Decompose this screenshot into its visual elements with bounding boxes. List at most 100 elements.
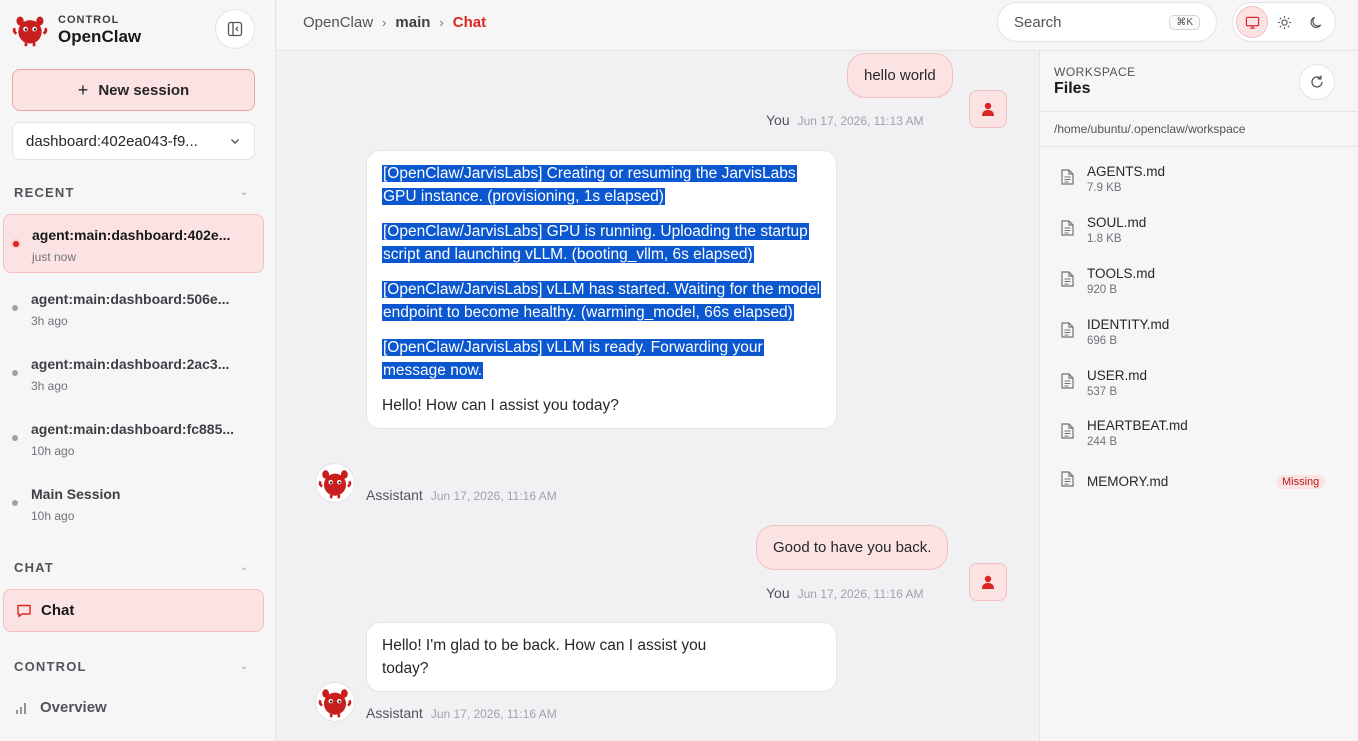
recent-session-item[interactable]: Main Session 10h ago [3, 474, 264, 533]
file-name: AGENTS.md [1087, 164, 1166, 179]
bar-chart-icon [16, 702, 26, 714]
file-name: HEARTBEAT.md [1087, 418, 1188, 433]
message-paragraph: [OpenClaw/JarvisLabs] vLLM is ready. For… [382, 339, 764, 379]
search-shortcut-badge: ⌘K [1169, 14, 1200, 30]
file-name: IDENTITY.md [1087, 317, 1170, 332]
active-indicator-dot [13, 241, 19, 247]
recent-session-title: agent:main:dashboard:506e... [31, 291, 230, 307]
recent-session-time: just now [32, 250, 77, 264]
recent-session-time: 3h ago [31, 314, 68, 328]
session-dot [12, 500, 18, 506]
plus-icon: + [77, 79, 89, 100]
brand-subtitle: CONTROL [58, 13, 120, 26]
file-size: 244 B [1087, 436, 1118, 448]
missing-status-badge: Missing [1276, 475, 1326, 489]
message-time: Jun 17, 2026, 11:13 AM [797, 114, 924, 128]
monitor-icon [1245, 16, 1259, 29]
breadcrumb-root[interactable]: OpenClaw [303, 14, 373, 31]
file-icon [1061, 423, 1074, 439]
sidebar: CONTROL OpenClaw + New session dashboard… [0, 0, 276, 741]
recent-session-time: 3h ago [31, 379, 68, 393]
file-name: SOUL.md [1087, 215, 1147, 230]
breadcrumb-current: Chat [452, 14, 487, 31]
session-dot [12, 305, 18, 311]
user-icon [982, 102, 994, 116]
file-name: USER.md [1087, 368, 1148, 383]
recent-session-item[interactable]: agent:main:dashboard:2ac3... 3h ago [3, 344, 264, 403]
brand: CONTROL OpenClaw [12, 12, 141, 48]
chevron-down-icon [231, 139, 239, 144]
session-dot [12, 370, 18, 376]
refresh-icon [1311, 75, 1323, 88]
recent-session-time: 10h ago [31, 444, 75, 458]
recent-session-title: agent:main:dashboard:2ac3... [31, 356, 230, 372]
session-select[interactable]: dashboard:402ea043-f9... [12, 122, 255, 160]
sidebar-toggle-icon [227, 21, 243, 37]
theme-light-button[interactable] [1268, 6, 1300, 38]
control-collapse-chevron-icon[interactable]: ⌄ [240, 661, 248, 672]
file-size: 920 B [1087, 284, 1118, 296]
file-size: 7.9 KB [1087, 182, 1122, 194]
user-icon [982, 575, 994, 589]
file-icon [1061, 322, 1074, 338]
chat-bubble-icon [17, 604, 31, 617]
chat-collapse-chevron-icon[interactable]: ⌄ [240, 562, 248, 573]
file-icon [1061, 220, 1074, 236]
recent-session-title: agent:main:dashboard:402e... [32, 227, 231, 243]
breadcrumb: OpenClaw › main › Chat [303, 14, 486, 31]
message-author: You [766, 112, 790, 128]
top-bar: OpenClaw › main › Chat Search ⌘K [277, 0, 1358, 51]
file-icon [1061, 169, 1074, 185]
recent-session-time: 10h ago [31, 509, 75, 523]
message-author: Assistant [366, 487, 423, 503]
breadcrumb-separator-icon: › [439, 15, 444, 30]
breadcrumb-separator-icon: › [382, 15, 387, 30]
new-session-button[interactable]: + New session [12, 69, 255, 111]
refresh-files-button[interactable] [1299, 64, 1335, 100]
message-paragraph: [OpenClaw/JarvisLabs] Creating or resumi… [382, 165, 797, 205]
user-message-bubble: hello world [847, 53, 953, 98]
user-message-bubble: Good to have you back. [756, 525, 949, 570]
message-time: Jun 17, 2026, 11:16 AM [430, 489, 557, 503]
session-select-value: dashboard:402ea043-f9... [26, 132, 198, 150]
file-name: MEMORY.md [1087, 474, 1169, 489]
file-icon [1061, 271, 1074, 287]
file-size: 1.8 KB [1087, 233, 1122, 245]
file-size: 696 B [1087, 335, 1118, 347]
assistant-message-bubble: Hello! I'm glad to be back. How can I as… [366, 622, 837, 692]
brand-title: OpenClaw [58, 26, 142, 46]
recent-session-item[interactable]: agent:main:dashboard:fc885... 10h ago [3, 409, 264, 468]
message-time: Jun 17, 2026, 11:16 AM [430, 707, 557, 721]
user-avatar [969, 563, 1007, 601]
nav-item-overview[interactable]: Overview [14, 699, 107, 716]
recent-session-title: agent:main:dashboard:fc885... [31, 421, 235, 437]
theme-dark-button[interactable] [1300, 6, 1332, 38]
control-section-label: CONTROL [14, 659, 87, 674]
nav-item-chat[interactable]: Chat [3, 589, 264, 632]
assistant-message-bubble: [OpenClaw/JarvisLabs] Creating or resumi… [366, 150, 837, 429]
theme-system-button[interactable] [1236, 6, 1268, 38]
message-paragraph: Hello! I'm glad to be back. How can I as… [382, 637, 707, 677]
new-session-label: New session [98, 81, 190, 99]
recent-session-item[interactable]: agent:main:dashboard:402e... just now [3, 214, 264, 273]
user-message-meta: You Jun 17, 2026, 11:16 AM [766, 585, 924, 601]
files-panel-title: Files [1054, 80, 1091, 97]
recent-session-item[interactable]: agent:main:dashboard:506e... 3h ago [3, 279, 264, 338]
file-name: TOOLS.md [1087, 266, 1156, 281]
chat-thread[interactable]: hello world You Jun 17, 2026, 11:13 AM [O… [277, 51, 1039, 741]
chat-section-label: CHAT [14, 560, 54, 575]
assistant-avatar [315, 463, 355, 503]
search-input[interactable]: Search ⌘K [997, 2, 1217, 42]
message-paragraph: [OpenClaw/JarvisLabs] GPU is running. Up… [382, 223, 809, 263]
openclaw-logo-icon [318, 687, 352, 719]
file-size: 537 B [1087, 386, 1118, 398]
sun-icon [1277, 15, 1291, 29]
recent-collapse-chevron-icon[interactable]: ⌄ [240, 187, 248, 198]
nav-item-overview-label: Overview [40, 699, 107, 716]
session-dot [12, 435, 18, 441]
message-paragraph: Hello! How can I assist you today? [382, 397, 619, 414]
sidebar-collapse-button[interactable] [215, 9, 255, 49]
files-panel-subtitle: WORKSPACE [1054, 65, 1136, 79]
moon-icon [1310, 16, 1321, 28]
breadcrumb-agent[interactable]: main [395, 14, 430, 31]
